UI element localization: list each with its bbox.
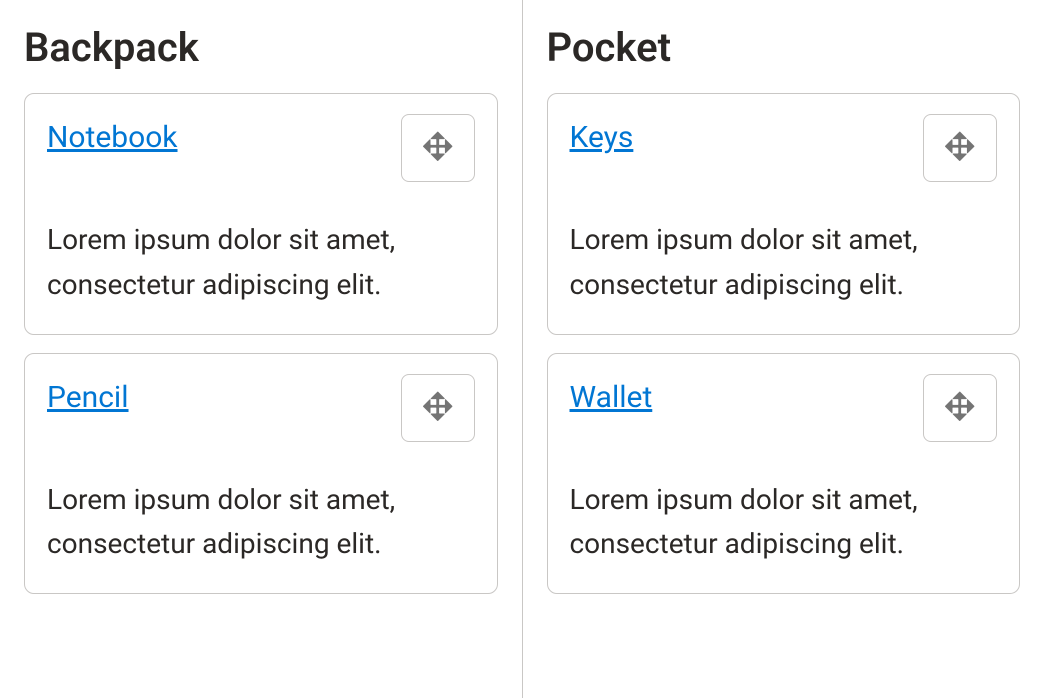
move-icon bbox=[423, 391, 453, 425]
card-title-link[interactable]: Notebook bbox=[47, 114, 178, 156]
card-body-text: Lorem ipsum dolor sit amet, consectetur … bbox=[47, 478, 475, 568]
card-title-link[interactable]: Wallet bbox=[570, 374, 653, 416]
card-header: Wallet bbox=[570, 374, 998, 442]
column-pocket: Pocket Keys Lorem ipsum dolor sit amet, … bbox=[523, 0, 1044, 698]
move-icon bbox=[423, 131, 453, 165]
card-notebook[interactable]: Notebook Lorem ipsum dolor sit amet, con… bbox=[24, 93, 498, 335]
move-icon bbox=[945, 131, 975, 165]
card-title-link[interactable]: Pencil bbox=[47, 374, 129, 416]
card-header: Keys bbox=[570, 114, 998, 182]
column-backpack: Backpack Notebook Lorem ipsum dolor sit … bbox=[0, 0, 523, 698]
column-title-backpack: Backpack bbox=[24, 24, 498, 71]
drag-handle[interactable] bbox=[401, 374, 475, 442]
drag-handle[interactable] bbox=[401, 114, 475, 182]
card-header: Pencil bbox=[47, 374, 475, 442]
card-body-text: Lorem ipsum dolor sit amet, consectetur … bbox=[570, 478, 998, 568]
card-body-text: Lorem ipsum dolor sit amet, consectetur … bbox=[570, 218, 998, 308]
card-title-link[interactable]: Keys bbox=[570, 114, 634, 156]
drag-handle[interactable] bbox=[923, 374, 997, 442]
two-column-layout: Backpack Notebook Lorem ipsum dolor sit … bbox=[0, 0, 1044, 698]
card-wallet[interactable]: Wallet Lorem ipsum dolor sit amet, conse… bbox=[547, 353, 1021, 595]
drag-handle[interactable] bbox=[923, 114, 997, 182]
move-icon bbox=[945, 391, 975, 425]
card-header: Notebook bbox=[47, 114, 475, 182]
card-pencil[interactable]: Pencil Lorem ipsum dolor sit amet, conse… bbox=[24, 353, 498, 595]
column-title-pocket: Pocket bbox=[547, 24, 1021, 71]
card-body-text: Lorem ipsum dolor sit amet, consectetur … bbox=[47, 218, 475, 308]
card-keys[interactable]: Keys Lorem ipsum dolor sit amet, consect… bbox=[547, 93, 1021, 335]
